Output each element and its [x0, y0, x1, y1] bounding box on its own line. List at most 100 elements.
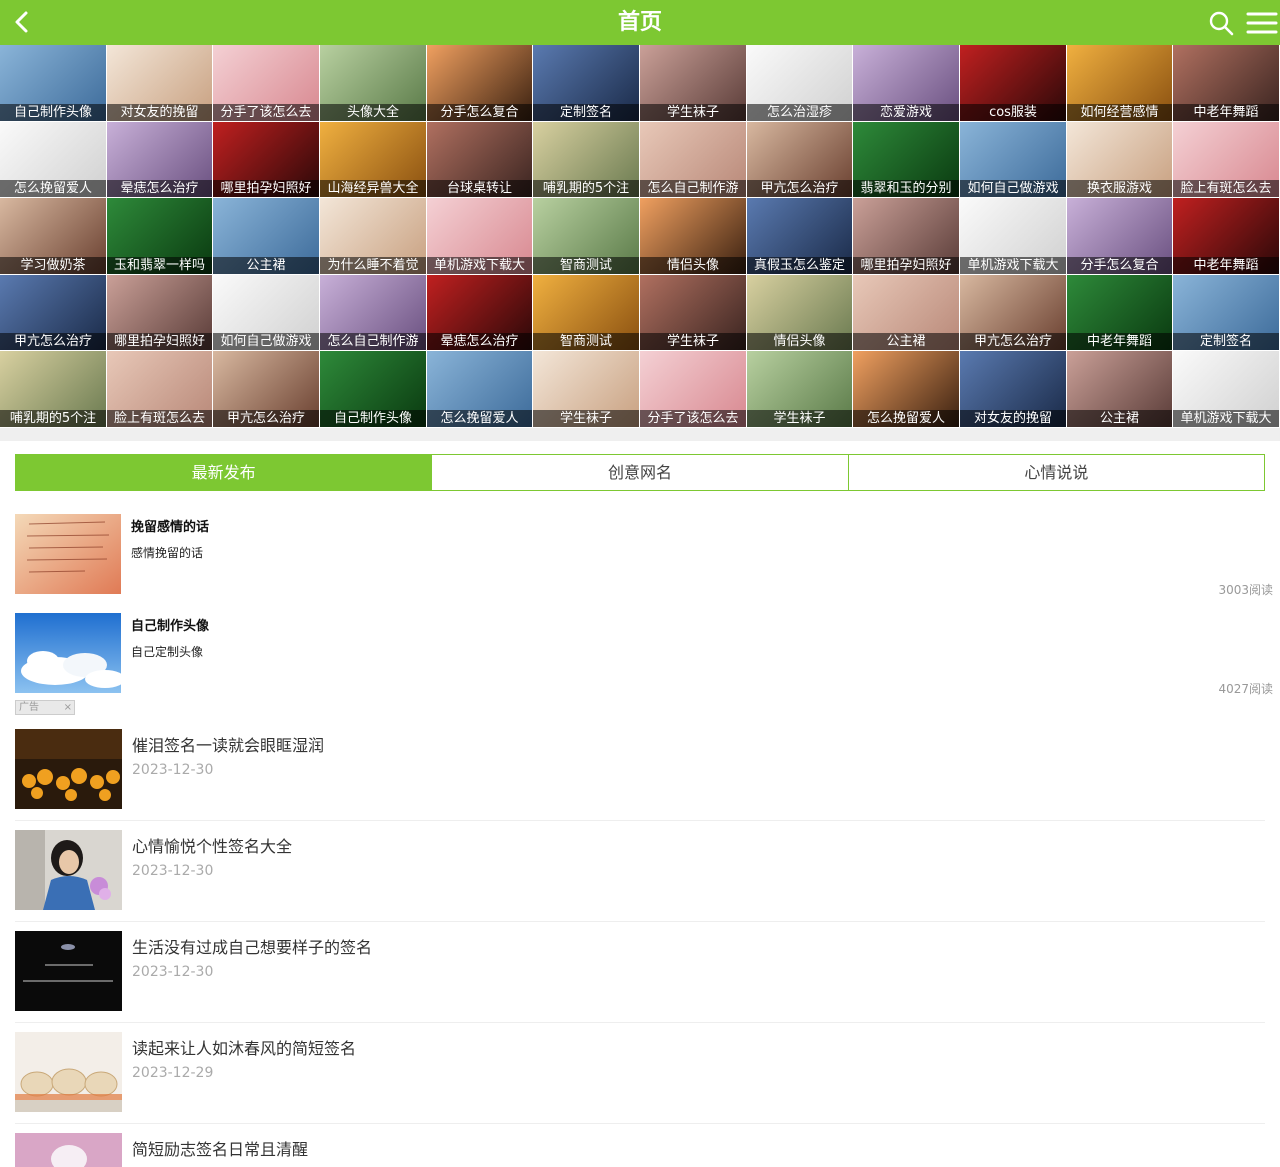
grid-tile[interactable]: 中老年舞蹈 [1173, 45, 1279, 121]
grid-tile[interactable]: 分手了该怎么去 [213, 45, 319, 121]
article-item[interactable]: 心情愉悦个性签名大全 2023-12-30 [15, 830, 1265, 922]
grid-tile-caption: 单机游戏下载大 [427, 257, 532, 274]
grid-tile[interactable]: 哺乳期的5个注 [0, 351, 106, 427]
grid-tile[interactable]: 怎么挽留爱人 [0, 122, 106, 197]
grid-tile-caption: 学习做奶茶 [0, 257, 106, 274]
article-item[interactable]: 简短励志签名日常且清醒 [15, 1133, 1265, 1167]
grid-tile-caption: 公主裙 [213, 257, 319, 274]
featured-description: 感情挽留的话 [131, 546, 204, 560]
grid-tile[interactable]: 公主裙 [853, 275, 959, 350]
grid-tile[interactable]: 学生袜子 [747, 351, 852, 427]
featured-title[interactable]: 挽留感情的话 [131, 516, 209, 535]
grid-tile[interactable]: 哪里拍孕妇照好 [107, 275, 212, 350]
grid-tile[interactable]: 学生袜子 [640, 275, 746, 350]
grid-tile-caption: 定制签名 [1173, 333, 1279, 350]
grid-tile-caption: 怎么治湿疹 [747, 104, 852, 121]
grid-tile[interactable]: 智商测试 [533, 198, 639, 274]
grid-tile[interactable]: 怎么治湿疹 [747, 45, 852, 121]
grid-tile[interactable]: 如何经营感情 [1067, 45, 1172, 121]
grid-tile[interactable]: 哪里拍孕妇照好 [853, 198, 959, 274]
grid-tile[interactable]: 玉和翡翠一样吗 [107, 198, 212, 274]
grid-tile-caption: 换衣服游戏 [1067, 180, 1172, 197]
grid-tile[interactable]: 学生袜子 [533, 351, 639, 427]
article-item[interactable]: 催泪签名一读就会眼眶湿润 2023-12-30 [15, 729, 1265, 821]
grid-tile-caption: 怎么挽留爱人 [0, 180, 106, 197]
tab-creative-names[interactable]: 创意网名 [431, 455, 847, 490]
grid-tile-caption: 学生袜子 [533, 410, 639, 427]
grid-tile[interactable]: 翡翠和玉的分别 [853, 122, 959, 197]
grid-tile-caption: 晕痣怎么治疗 [427, 333, 532, 350]
grid-tile[interactable]: 真假玉怎么鉴定 [747, 198, 852, 274]
read-count: 3003阅读 [1218, 583, 1273, 597]
grid-tile[interactable]: 情侣头像 [747, 275, 852, 350]
grid-tile[interactable]: 学生袜子 [640, 45, 746, 121]
grid-tile-caption: 山海经异兽大全 [320, 180, 426, 197]
grid-tile[interactable]: 脸上有斑怎么去 [1173, 122, 1279, 197]
featured-item[interactable]: 挽留感情的话 感情挽留的话 3003阅读 [15, 514, 1273, 598]
grid-tile[interactable]: 为什么睡不着觉 [320, 198, 426, 274]
grid-tile[interactable]: 自己制作头像 [0, 45, 106, 121]
grid-tile[interactable]: 对女友的挽留 [960, 351, 1066, 427]
grid-tile[interactable]: 甲亢怎么治疗 [747, 122, 852, 197]
tab-latest[interactable]: 最新发布 [16, 455, 432, 490]
grid-tile[interactable]: 公主裙 [213, 198, 319, 274]
grid-tile[interactable]: 换衣服游戏 [1067, 122, 1172, 197]
grid-tile[interactable]: 分手怎么复合 [427, 45, 532, 121]
grid-tile-caption: 如何经营感情 [1067, 104, 1172, 121]
article-item[interactable]: 生活没有过成自己想要样子的签名 2023-12-30 [15, 931, 1265, 1023]
grid-tile[interactable]: 甲亢怎么治疗 [0, 275, 106, 350]
grid-tile[interactable]: 甲亢怎么治疗 [960, 275, 1066, 350]
article-title[interactable]: 读起来让人如沐春风的简短签名 [132, 1035, 356, 1059]
grid-tile[interactable]: 中老年舞蹈 [1173, 198, 1279, 274]
featured-title[interactable]: 自己制作头像 [131, 615, 209, 634]
grid-tile[interactable]: 甲亢怎么治疗 [213, 351, 319, 427]
grid-tile-caption: 学生袜子 [640, 104, 746, 121]
grid-tile-caption: 智商测试 [533, 333, 639, 350]
top-bar: 首页 [0, 0, 1280, 45]
grid-tile[interactable]: 单机游戏下载大 [960, 198, 1066, 274]
grid-tile[interactable]: 自己制作头像 [320, 351, 426, 427]
grid-tile[interactable]: 哺乳期的5个注 [533, 122, 639, 197]
grid-tile[interactable]: 定制签名 [533, 45, 639, 121]
grid-tile[interactable]: 分手了该怎么去 [640, 351, 746, 427]
grid-tile[interactable]: 学习做奶茶 [0, 198, 106, 274]
grid-tile[interactable]: 单机游戏下载大 [427, 198, 532, 274]
grid-tile[interactable]: cos服装 [960, 45, 1066, 121]
grid-tile[interactable]: 定制签名 [1173, 275, 1279, 350]
grid-tile[interactable]: 哪里拍孕妇照好 [213, 122, 319, 197]
grid-tile[interactable]: 单机游戏下载大 [1173, 351, 1279, 427]
grid-tile[interactable]: 头像大全 [320, 45, 426, 121]
article-title[interactable]: 生活没有过成自己想要样子的签名 [132, 934, 372, 958]
grid-tile[interactable]: 怎么自己制作游 [640, 122, 746, 197]
grid-tile[interactable]: 分手怎么复合 [1067, 198, 1172, 274]
grid-tile[interactable]: 晕痣怎么治疗 [427, 275, 532, 350]
grid-tile[interactable]: 台球桌转让 [427, 122, 532, 197]
hamburger-menu-icon[interactable] [1246, 10, 1278, 36]
grid-tile[interactable]: 怎么挽留爱人 [427, 351, 532, 427]
grid-tile[interactable]: 怎么自己制作游 [320, 275, 426, 350]
grid-tile-caption: 台球桌转让 [427, 180, 532, 197]
tab-mood-posts[interactable]: 心情说说 [847, 455, 1264, 490]
grid-tile[interactable]: 如何自己做游戏 [213, 275, 319, 350]
grid-tile[interactable]: 脸上有斑怎么去 [107, 351, 212, 427]
grid-tile-caption: 怎么挽留爱人 [853, 410, 959, 427]
grid-tile[interactable]: 怎么挽留爱人 [853, 351, 959, 427]
grid-tile[interactable]: 对女友的挽留 [107, 45, 212, 121]
grid-tile[interactable]: 如何自己做游戏 [960, 122, 1066, 197]
ad-close-icon[interactable]: × [64, 701, 72, 714]
grid-tile[interactable]: 山海经异兽大全 [320, 122, 426, 197]
article-title[interactable]: 简短励志签名日常且清醒 [132, 1136, 308, 1160]
grid-tile[interactable]: 中老年舞蹈 [1067, 275, 1172, 350]
grid-tile[interactable]: 情侣头像 [640, 198, 746, 274]
article-item[interactable]: 读起来让人如沐春风的简短签名 2023-12-29 [15, 1032, 1265, 1124]
grid-tile-caption: 哺乳期的5个注 [0, 410, 106, 427]
grid-tile[interactable]: 晕痣怎么治疗 [107, 122, 212, 197]
article-title[interactable]: 心情愉悦个性签名大全 [132, 833, 292, 857]
article-title[interactable]: 催泪签名一读就会眼眶湿润 [132, 732, 324, 756]
grid-tile[interactable]: 公主裙 [1067, 351, 1172, 427]
grid-tile[interactable]: 恋爱游戏 [853, 45, 959, 121]
grid-tile[interactable]: 智商测试 [533, 275, 639, 350]
grid-tile-caption: 对女友的挽留 [107, 104, 212, 121]
featured-item[interactable]: 自己制作头像 自己定制头像 4027阅读 [15, 613, 1273, 697]
search-icon[interactable] [1208, 10, 1234, 36]
